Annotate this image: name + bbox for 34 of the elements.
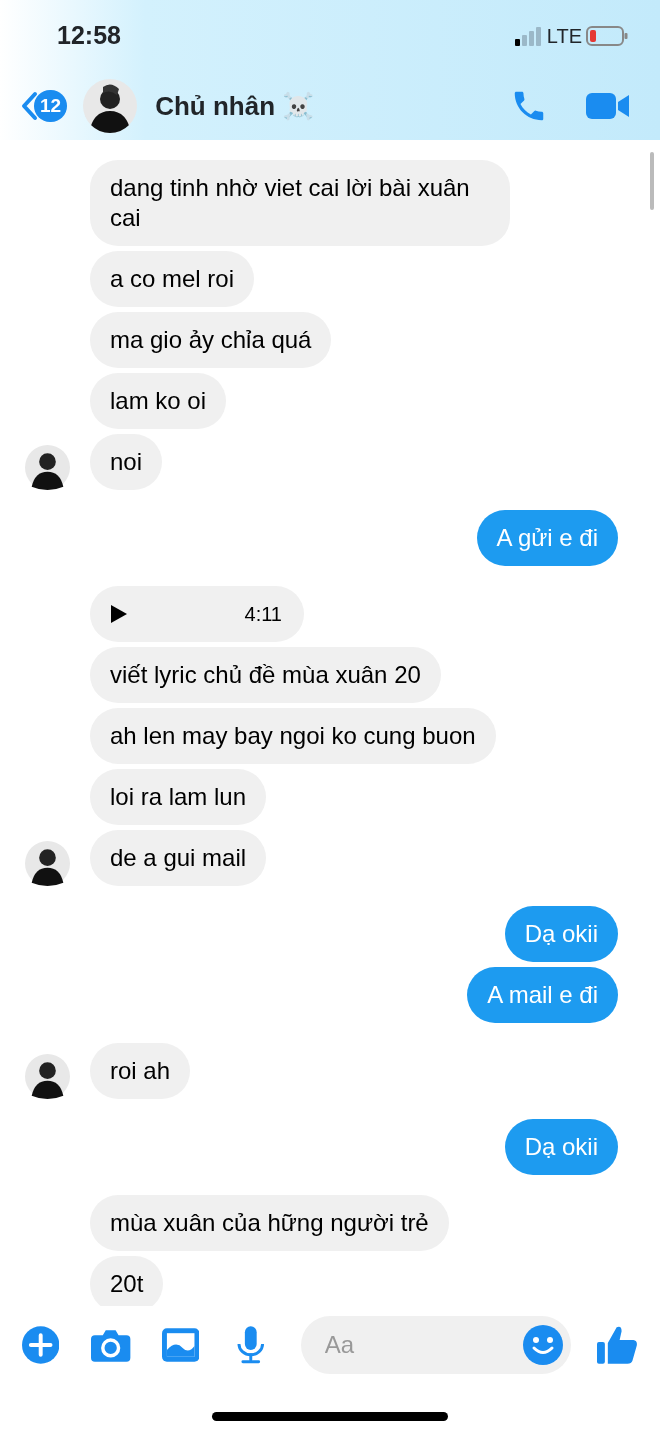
add-icon[interactable] <box>22 1326 60 1364</box>
message-bubble: noi <box>90 434 163 490</box>
back-icon[interactable] <box>20 91 38 121</box>
message-bubble: roi ah <box>90 1043 191 1099</box>
message-bubble: mùa xuân của hững người trẻ <box>90 1195 449 1251</box>
signal-icon <box>514 26 543 46</box>
message-bubble: de a gui mail <box>90 830 267 886</box>
message-input[interactable]: Aa <box>300 1316 571 1374</box>
thumbs-up-icon[interactable] <box>596 1324 638 1366</box>
status-time: 12:58 <box>57 20 121 52</box>
message-bubble: viết lyric chủ đề mùa xuân 20 <box>90 647 441 703</box>
image-icon[interactable] <box>161 1328 200 1362</box>
message-bubble: 20t <box>90 1256 164 1306</box>
message-bubble: a co mel roi <box>90 251 255 307</box>
message-bubble: ah len may bay ngoi ko cung buon <box>90 708 496 764</box>
scroll-bar <box>650 152 654 210</box>
network-label: LTE <box>546 24 582 49</box>
audio-duration: 4:11 <box>244 602 282 627</box>
voice-message[interactable]: 4:11 <box>90 586 304 642</box>
message-bubble: ma gio ảy chỉa quá <box>90 312 332 368</box>
contact-name[interactable]: Chủ nhân ☠ <box>155 86 315 126</box>
message-bubble: A gửi e đi <box>476 510 618 566</box>
message-bubble: lam ko oi <box>90 373 227 429</box>
play-icon[interactable] <box>110 604 128 624</box>
camera-icon[interactable] <box>91 1328 131 1362</box>
emoji-icon[interactable] <box>522 1325 563 1365</box>
message-bubble: A mail e đi <box>467 967 618 1023</box>
message-bubble: loi ra lam lun <box>90 769 267 825</box>
video-camera-icon[interactable] <box>586 91 630 121</box>
message-bubble: Dạ okii <box>504 906 618 962</box>
message-bubble: Dạ okii <box>504 1119 618 1175</box>
battery-icon <box>586 25 628 47</box>
microphone-icon[interactable] <box>237 1326 265 1364</box>
message-bubble: dang tinh nhờ viet cai lời bài xuân cai <box>90 160 510 246</box>
